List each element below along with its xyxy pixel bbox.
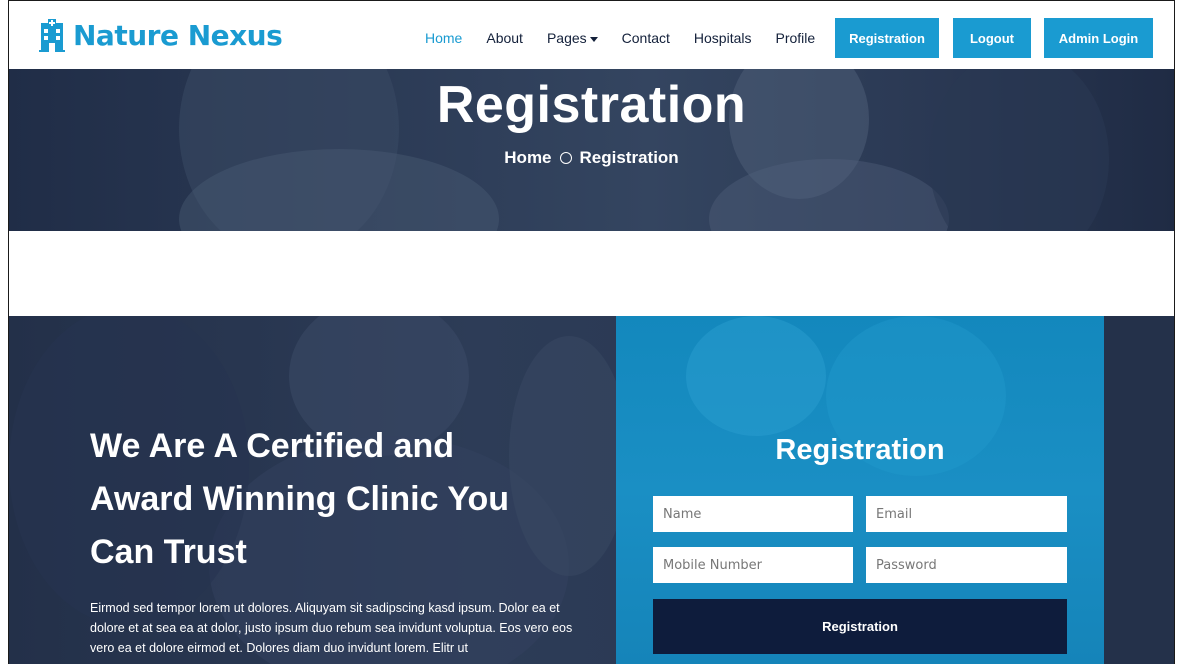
admin-login-button[interactable]: Admin Login (1044, 18, 1153, 58)
logout-button[interactable]: Logout (953, 18, 1031, 58)
breadcrumb: Home Registration (9, 148, 1174, 168)
nav-link-pages-label: Pages (546, 30, 587, 46)
hero-title: Registration (436, 76, 747, 134)
nav-link-pages[interactable]: Pages (547, 30, 598, 46)
about-headline: We Are A Certified and Award Winning Cli… (90, 427, 510, 571)
appointment-section: We Are A Certified and Award Winning Cli… (9, 316, 1174, 664)
breadcrumb-current: Registration (579, 148, 679, 167)
registration-button[interactable]: Registration (835, 18, 939, 58)
hospital-building-icon (39, 19, 65, 52)
name-field[interactable] (653, 496, 853, 532)
registration-form-panel: Registration Registration (616, 316, 1104, 664)
password-field[interactable] (866, 547, 1067, 583)
brand-logo[interactable]: Nature Nexus (39, 19, 283, 52)
mobile-number-field[interactable] (653, 547, 853, 583)
nav-link-hospitals[interactable]: Hospitals (694, 30, 752, 46)
nav-link-home[interactable]: Home (425, 30, 462, 46)
circle-separator-icon (559, 152, 572, 164)
nav-link-about[interactable]: About (486, 30, 523, 46)
nav-link-contact[interactable]: Contact (622, 30, 670, 46)
registration-submit-button[interactable]: Registration (653, 599, 1067, 654)
email-field[interactable] (866, 496, 1067, 532)
nav-menu: Home About Pages Contact Hospitals Profi… (425, 30, 839, 46)
page-header-hero: Registration Home Registration (9, 69, 1174, 231)
about-paragraph: Eirmod sed tempor lorem ut dolores. Aliq… (90, 601, 573, 655)
breadcrumb-home[interactable]: Home (504, 148, 551, 168)
nav-link-profile[interactable]: Profile (776, 30, 816, 46)
brand-name: Nature Nexus (73, 19, 283, 52)
form-title: Registration (775, 434, 945, 466)
caret-down-icon (589, 36, 598, 42)
right-edge-shade (1104, 316, 1174, 664)
navbar: Nature Nexus Home About Pages Contact Ho… (9, 1, 1174, 69)
